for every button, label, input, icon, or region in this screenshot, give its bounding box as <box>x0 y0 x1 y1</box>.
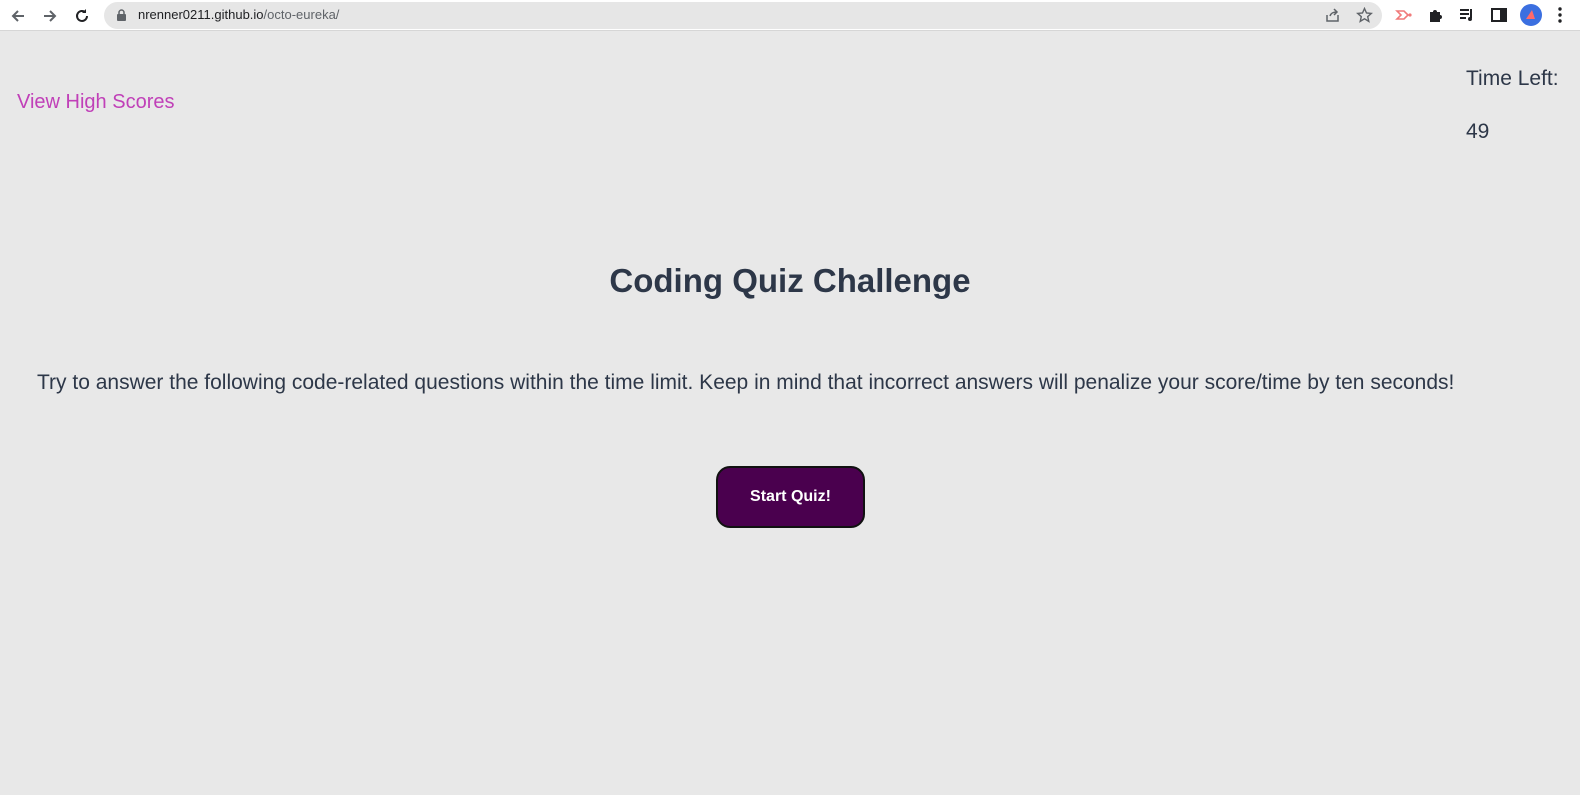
view-high-scores-link[interactable]: View High Scores <box>17 91 174 114</box>
puzzle-icon[interactable] <box>1427 6 1445 24</box>
timer-value: 49 <box>1466 120 1490 143</box>
page-content: View High Scores Time Left: 49 Coding Qu… <box>0 32 1580 795</box>
extension-redirect-icon[interactable] <box>1395 6 1413 24</box>
more-vert-icon[interactable] <box>1554 6 1566 24</box>
timer-label: Time Left: <box>1466 67 1559 90</box>
address-bar[interactable]: nrenner0211.github.io/octo-eureka/ <box>104 2 1382 29</box>
forward-arrow-icon[interactable] <box>39 5 61 27</box>
url-path: /octo-eureka/ <box>263 7 340 22</box>
lock-icon[interactable] <box>116 9 127 22</box>
url-host: nrenner0211.github.io <box>138 7 264 22</box>
reload-icon[interactable] <box>71 5 93 27</box>
side-panel-icon[interactable] <box>1490 6 1508 24</box>
browser-toolbar: nrenner0211.github.io/octo-eureka/ <box>0 0 1580 31</box>
back-arrow-icon[interactable] <box>7 5 29 27</box>
share-icon[interactable] <box>1324 7 1341 24</box>
start-quiz-button[interactable]: Start Quiz! <box>716 466 865 528</box>
star-icon[interactable] <box>1356 7 1373 24</box>
quiz-instructions: Try to answer the following code-related… <box>37 371 1455 394</box>
url-text[interactable]: nrenner0211.github.io/octo-eureka/ <box>138 7 339 22</box>
media-icon[interactable] <box>1458 6 1476 24</box>
profile-avatar[interactable] <box>1520 4 1542 26</box>
page-title: Coding Quiz Challenge <box>609 262 971 299</box>
